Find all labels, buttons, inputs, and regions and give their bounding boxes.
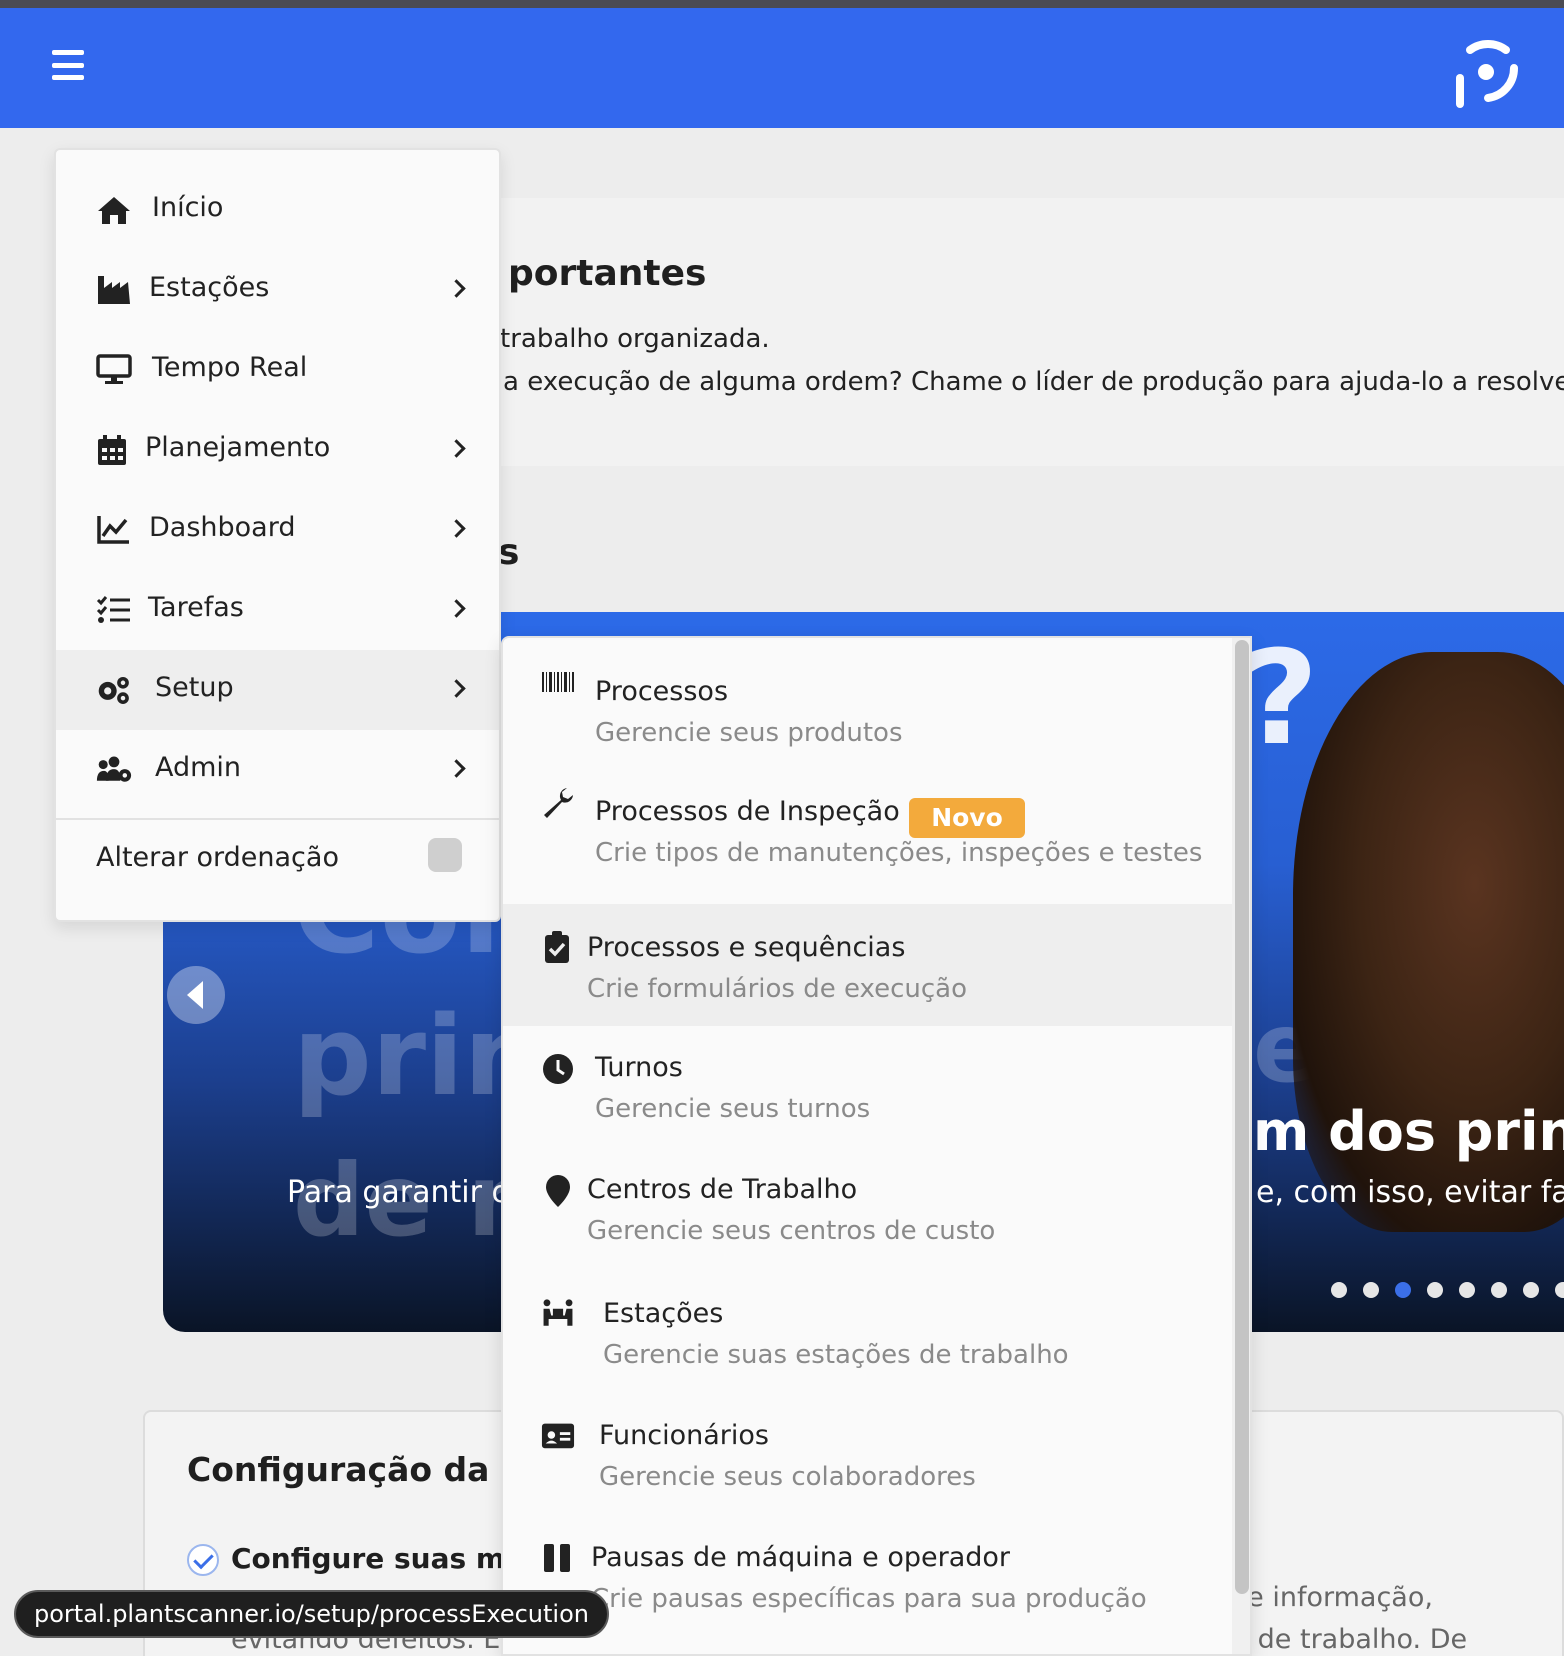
submenu-item-title: Estações: [603, 1298, 724, 1329]
submenu-scrollbar-thumb[interactable]: [1235, 640, 1249, 1594]
chevron-right-icon: [447, 519, 466, 538]
sidebar-item-label: Setup: [155, 672, 234, 703]
notice-line-2: a execução de alguma ordem? Chame o líde…: [503, 367, 1564, 397]
pause-icon: [544, 1544, 570, 1572]
carousel-dots: [1331, 1282, 1564, 1298]
sidebar-item-label: Dashboard: [149, 512, 296, 543]
section-heading: s: [498, 532, 520, 573]
sidebar-item-setup[interactable]: Setup: [56, 650, 499, 730]
carousel-dot[interactable]: [1555, 1282, 1564, 1298]
carousel-dot[interactable]: [1331, 1282, 1347, 1298]
id-card-icon: [541, 1423, 575, 1449]
new-badge: Novo: [909, 798, 1025, 838]
submenu-item-centros-trabalho[interactable]: Centros de Trabalho Gerencie seus centro…: [503, 1148, 1232, 1270]
industry-icon: [98, 276, 130, 304]
chevron-right-icon: [447, 759, 466, 778]
submenu-item-estacoes[interactable]: Estações Gerencie suas estações de traba…: [503, 1270, 1232, 1392]
submenu-item-desc: Crie formulários de execução: [587, 974, 968, 1004]
sidebar-item-tarefas[interactable]: Tarefas: [56, 570, 499, 650]
submenu-item-processos-sequencias[interactable]: Processos e sequências Crie formulários …: [503, 904, 1232, 1026]
submenu-item-turnos[interactable]: Turnos Gerencie seus turnos: [503, 1026, 1232, 1148]
tasks-icon: [96, 596, 130, 623]
sidebar-item-admin[interactable]: Admin: [56, 730, 499, 810]
carousel-dot[interactable]: [1363, 1282, 1379, 1298]
setup-submenu: Processos Gerencie seus produtos Process…: [501, 636, 1252, 1656]
sidebar-item-label: Tarefas: [148, 592, 244, 623]
submenu-item-processos[interactable]: Processos Gerencie seus produtos: [503, 638, 1232, 760]
cogs-icon: [98, 676, 129, 704]
carousel-text-right: e, com isso, evitar fal: [1256, 1175, 1564, 1210]
submenu-item-title: Funcionários: [599, 1420, 769, 1451]
setup-check-icon[interactable]: [187, 1544, 219, 1576]
side-menu: Início Estações Tempo Real Planejamento …: [54, 148, 501, 922]
sidebar-item-label: Tempo Real: [152, 352, 308, 383]
monitor-icon: [96, 354, 132, 384]
status-url-tooltip: portal.plantscanner.io/setup/processExec…: [14, 1590, 609, 1638]
sidebar-item-dashboard[interactable]: Dashboard: [56, 490, 499, 570]
sort-order-label: Alterar ordenação: [96, 842, 339, 873]
submenu-item-desc: Crie pausas específicas para sua produçã…: [591, 1584, 1147, 1614]
chevron-right-icon: [447, 279, 466, 298]
carousel-dot[interactable]: [1427, 1282, 1443, 1298]
clipboard-check-icon: [545, 931, 569, 963]
sidebar-item-estacoes[interactable]: Estações: [56, 250, 499, 330]
submenu-item-title: Processos de Inspeção: [595, 796, 900, 827]
people-carry-icon: [543, 1299, 573, 1326]
users-cog-icon: [96, 756, 132, 782]
submenu-item-desc: Crie tipos de manutenções, inspeções e t…: [595, 838, 1203, 868]
hamburger-icon[interactable]: [52, 50, 84, 80]
clock-icon: [543, 1054, 573, 1084]
sidebar-item-label: Início: [152, 192, 224, 223]
setup-desc-right-1: de informação,: [1230, 1582, 1433, 1613]
window-top-strip: [0, 0, 1564, 8]
submenu-item-title: Pausas de máquina e operador: [591, 1542, 1011, 1573]
submenu-item-title: Centros de Trabalho: [587, 1174, 858, 1205]
chevron-right-icon: [447, 599, 466, 618]
carousel-dot[interactable]: [1459, 1282, 1475, 1298]
chevron-right-icon: [447, 439, 466, 458]
top-bar: [0, 8, 1564, 128]
sidebar-item-planejamento[interactable]: Planejamento: [56, 410, 499, 490]
submenu-item-desc: Gerencie seus turnos: [595, 1094, 871, 1124]
setup-card-title: Configuração da p: [187, 1450, 525, 1489]
notice-title: portantes: [508, 253, 707, 294]
sidebar-item-inicio[interactable]: Início: [56, 170, 499, 250]
menu-divider: [56, 818, 499, 820]
wrench-icon: [544, 788, 573, 818]
barcode-icon: [542, 672, 574, 692]
chart-line-icon: [97, 516, 129, 544]
notice-line-1: trabalho organizada.: [500, 324, 770, 354]
calendar-icon: [98, 435, 126, 465]
submenu-item-funcionarios[interactable]: Funcionários Gerencie seus colaboradores: [503, 1392, 1232, 1514]
submenu-item-title: Processos: [595, 676, 729, 707]
submenu-item-desc: Gerencie suas estações de trabalho: [603, 1340, 1069, 1370]
sidebar-item-label: Estações: [149, 272, 270, 303]
carousel-dot[interactable]: [1523, 1282, 1539, 1298]
sidebar-item-label: Admin: [155, 752, 242, 783]
submenu-item-desc: Gerencie seus centros de custo: [587, 1216, 996, 1246]
map-marker-icon: [546, 1175, 570, 1207]
submenu-item-title: Turnos: [595, 1052, 683, 1083]
chevron-right-icon: [447, 679, 466, 698]
carousel-question-mark: ?: [1243, 622, 1319, 774]
submenu-item-processos-inspecao[interactable]: Processos de Inspeção Crie tipos de manu…: [503, 760, 1232, 882]
submenu-item-title: Processos e sequências: [587, 932, 906, 963]
sidebar-item-label: Planejamento: [145, 432, 331, 463]
sort-order-toggle[interactable]: [428, 838, 462, 872]
carousel-dot[interactable]: [1491, 1282, 1507, 1298]
home-icon: [98, 197, 130, 224]
sidebar-item-tempo-real[interactable]: Tempo Real: [56, 330, 499, 410]
setup-desc-right-2: s de trabalho. De: [1235, 1624, 1468, 1655]
submenu-item-desc: Gerencie seus produtos: [595, 718, 903, 748]
carousel-prev-button[interactable]: [167, 966, 225, 1024]
submenu-item-pausas[interactable]: Pausas de máquina e operador Crie pausas…: [503, 1514, 1232, 1636]
carousel-heading: m dos princi: [1253, 1100, 1564, 1163]
carousel-text-left: Para garantir o: [287, 1175, 510, 1210]
submenu-item-desc: Gerencie seus colaboradores: [599, 1462, 976, 1492]
carousel-dot-active[interactable]: [1395, 1282, 1411, 1298]
plantscanner-logo[interactable]: [1448, 34, 1524, 110]
